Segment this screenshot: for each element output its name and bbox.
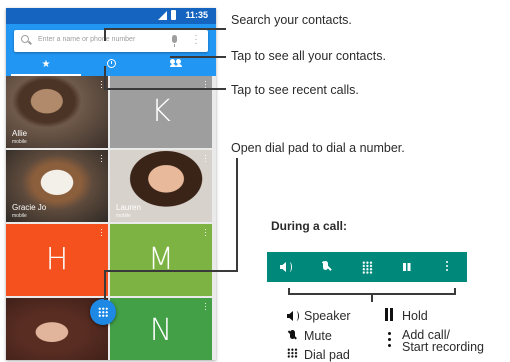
contact-initial: K [151,94,171,129]
overflow-menu-icon[interactable]: ··· [204,151,207,166]
clock-icon [106,59,116,68]
contact-tile-h[interactable]: H · · · [6,224,108,296]
overflow-menu-icon[interactable]: ··· [100,225,103,240]
callout-recent-calls: Tap to see recent calls. [231,83,359,97]
phone-screen: 11:35 Enter a name or phone number · · · ★… [6,8,216,360]
group-icon [170,59,182,67]
dialpad-button[interactable] [347,252,387,282]
speaker-icon [280,262,286,272]
contact-initial: M [148,242,174,277]
callout-dialpad: Open dial pad to dial a number. [231,141,405,155]
dialpad-icon [287,348,298,358]
in-call-bar [267,252,467,282]
overflow-menu-icon[interactable]: ··· [100,77,103,92]
callout-line [170,56,226,58]
mic-icon[interactable] [172,35,177,47]
contact-tile-k[interactable]: K · · · [110,76,212,148]
legend-add-call-line2: Start recording [402,340,484,354]
hold-button[interactable] [387,252,427,282]
contact-initial: N [149,313,173,348]
overflow-menu-icon[interactable]: ··· [204,299,207,314]
callout-line [236,158,238,271]
during-call-title: During a call: [271,219,348,233]
contact-tile-allie[interactable]: · · · Allie mobile [6,76,108,148]
legend-mute: Mute [304,329,332,343]
signal-icon [158,11,167,20]
search-input[interactable]: Enter a name or phone number [38,36,135,43]
hold-icon [385,308,388,321]
callout-line [104,28,226,30]
hold-icon [403,263,406,271]
callout-line [104,270,106,300]
callout-line [104,88,226,90]
contact-type: mobile [116,213,131,219]
callout-line [104,270,238,272]
search-icon [21,35,29,43]
legend-add-call: Add call/ Start recording [402,329,484,354]
overflow-menu-icon[interactable]: ··· [100,151,103,166]
contact-name: Lauren [116,203,141,212]
callout-search: Search your contacts. [231,13,352,27]
dialpad-icon [98,307,108,317]
overflow-menu-icon[interactable]: ··· [194,31,198,49]
tab-favorites[interactable]: ★ [11,54,81,76]
callout-line [454,288,456,295]
search-bar[interactable]: Enter a name or phone number · · · [14,30,208,52]
tab-recents[interactable] [76,54,146,76]
mute-button[interactable] [307,252,347,282]
battery-icon [171,10,176,20]
status-bar: 11:35 [6,8,216,24]
contact-type: mobile [12,213,27,219]
overflow-menu-icon[interactable]: ··· [204,225,207,240]
contact-tile-n[interactable]: N · · · [110,298,212,360]
dialpad-fab[interactable] [90,299,116,325]
dialpad-icon [362,261,373,274]
legend-hold: Hold [402,309,428,323]
more-icon [446,261,448,263]
star-icon: ★ [41,59,51,70]
speaker-icon [287,311,293,321]
legend-speaker: Speaker [304,309,351,323]
contact-tile-m[interactable]: M · · · [110,224,212,296]
callout-line [104,66,106,88]
status-time: 11:35 [185,10,208,20]
contact-name: Gracie Jo [12,203,47,212]
legend-dialpad: Dial pad [304,348,350,362]
contact-initial: H [45,242,69,277]
callout-all-contacts: Tap to see all your contacts. [231,49,386,63]
callout-line [371,293,373,302]
speaker-button[interactable] [267,252,307,282]
contact-name: Allie [12,129,28,138]
contact-type: mobile [12,139,27,145]
contact-tile-gracie-jo[interactable]: · · · Gracie Jo mobile [6,150,108,222]
more-button[interactable] [427,252,467,282]
more-icon [388,332,391,335]
contact-tile-lauren[interactable]: · · · Lauren mobile [110,150,212,222]
